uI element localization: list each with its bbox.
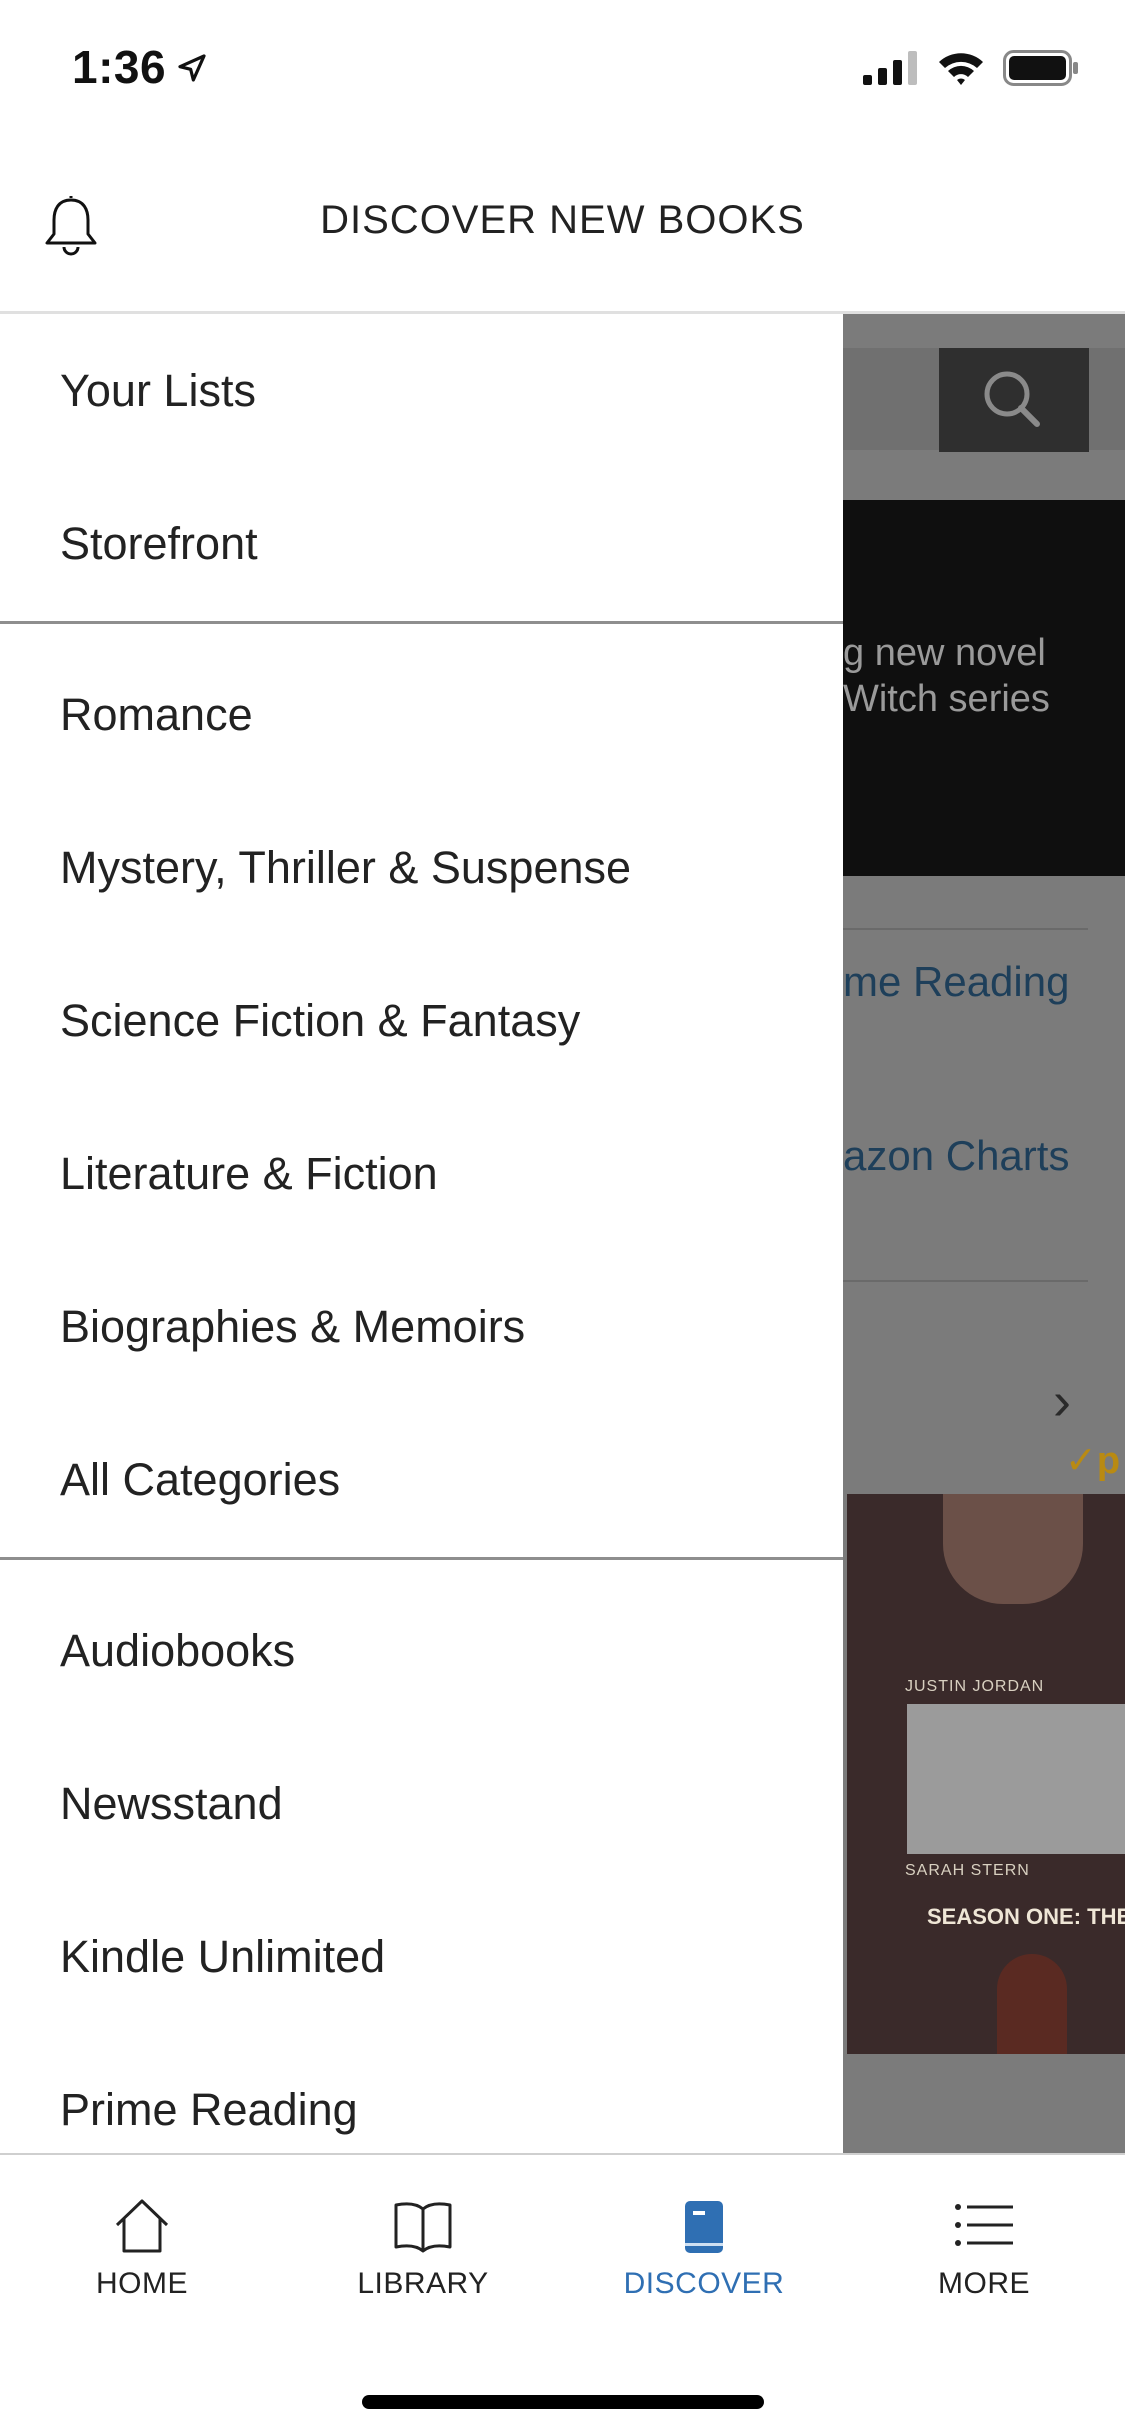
tab-more[interactable]: MORE	[884, 2195, 1084, 2325]
skull-graphic	[943, 1494, 1083, 1604]
tab-label: DISCOVER	[623, 2267, 785, 2300]
wifi-icon	[939, 53, 983, 85]
drawer-item-all-categories[interactable]: All Categories	[60, 1403, 340, 1556]
tab-label: MORE	[938, 2267, 1030, 2300]
drawer-item-scifi-fantasy[interactable]: Science Fiction & Fantasy	[60, 944, 580, 1097]
figure-graphic	[997, 1954, 1067, 2054]
drawer-item-prime-reading[interactable]: Prime Reading	[60, 2033, 358, 2154]
book-subtitle: SEASON ONE: THE CHASE	[927, 1904, 1125, 1929]
divider	[843, 1280, 1088, 1282]
book-title-graphic	[907, 1704, 1125, 1854]
prime-reading-link: me Reading	[843, 958, 1070, 1005]
bottom-tab-bar: HOME LIBRARY DISCOVER MORE	[0, 2153, 1125, 2436]
drawer-item-newsstand[interactable]: Newsstand	[60, 1727, 283, 1880]
prime-badge: ✓p	[1065, 1440, 1121, 1482]
drawer-item-biographies[interactable]: Biographies & Memoirs	[60, 1250, 525, 1403]
banner-text: g new novel Witch series	[843, 632, 1050, 720]
drawer-item-kindle-unlimited[interactable]: Kindle Unlimited	[60, 1880, 385, 2033]
status-icons	[863, 50, 1079, 86]
location-arrow-icon	[178, 54, 206, 82]
drawer-separator	[0, 621, 843, 624]
drawer-item-audiobooks[interactable]: Audiobooks	[60, 1574, 295, 1727]
book-cover: JUSTIN JORDAN SARAH STERN SEASON ONE: TH…	[847, 1494, 1125, 2054]
drawer-item-your-lists[interactable]: Your Lists	[60, 314, 256, 467]
status-bar: 1:36	[0, 0, 1125, 132]
home-indicator[interactable]	[362, 2395, 764, 2409]
tab-label: LIBRARY	[357, 2267, 489, 2300]
amazon-charts-link: azon Charts	[843, 1132, 1070, 1179]
discover-drawer: Your Lists Storefront Romance Mystery, T…	[0, 314, 843, 2154]
search-button	[939, 348, 1089, 452]
home-icon	[115, 2199, 169, 2253]
list-menu-icon	[955, 2204, 1013, 2246]
app-header: DISCOVER NEW BOOKS	[0, 132, 1125, 314]
discover-book-icon	[685, 2201, 723, 2253]
chevron-right-icon: ›	[1053, 1371, 1071, 1431]
drawer-item-romance[interactable]: Romance	[60, 638, 253, 791]
status-time: 1:36	[72, 41, 167, 93]
book-author-2: SARAH STERN	[905, 1862, 1030, 1879]
drawer-separator	[0, 1557, 843, 1560]
tab-discover[interactable]: DISCOVER	[604, 2195, 804, 2325]
drawer-item-mystery[interactable]: Mystery, Thriller & Suspense	[60, 791, 631, 944]
book-open-icon	[394, 2202, 452, 2253]
promo-banner: g new novel Witch series	[843, 500, 1125, 876]
battery-icon	[1003, 50, 1078, 86]
search-icon	[984, 371, 1040, 427]
tab-home[interactable]: HOME	[42, 2195, 242, 2325]
dimmed-discover-content[interactable]: g new novel Witch series me Reading azon…	[843, 314, 1125, 2154]
divider	[843, 928, 1088, 930]
drawer-item-literature[interactable]: Literature & Fiction	[60, 1097, 438, 1250]
signal-icon	[863, 51, 917, 85]
drawer-item-storefront[interactable]: Storefront	[60, 467, 258, 620]
tab-library[interactable]: LIBRARY	[323, 2195, 523, 2325]
page-title: DISCOVER NEW BOOKS	[320, 198, 805, 242]
book-author: JUSTIN JORDAN	[905, 1678, 1045, 1695]
tab-label: HOME	[96, 2267, 188, 2300]
